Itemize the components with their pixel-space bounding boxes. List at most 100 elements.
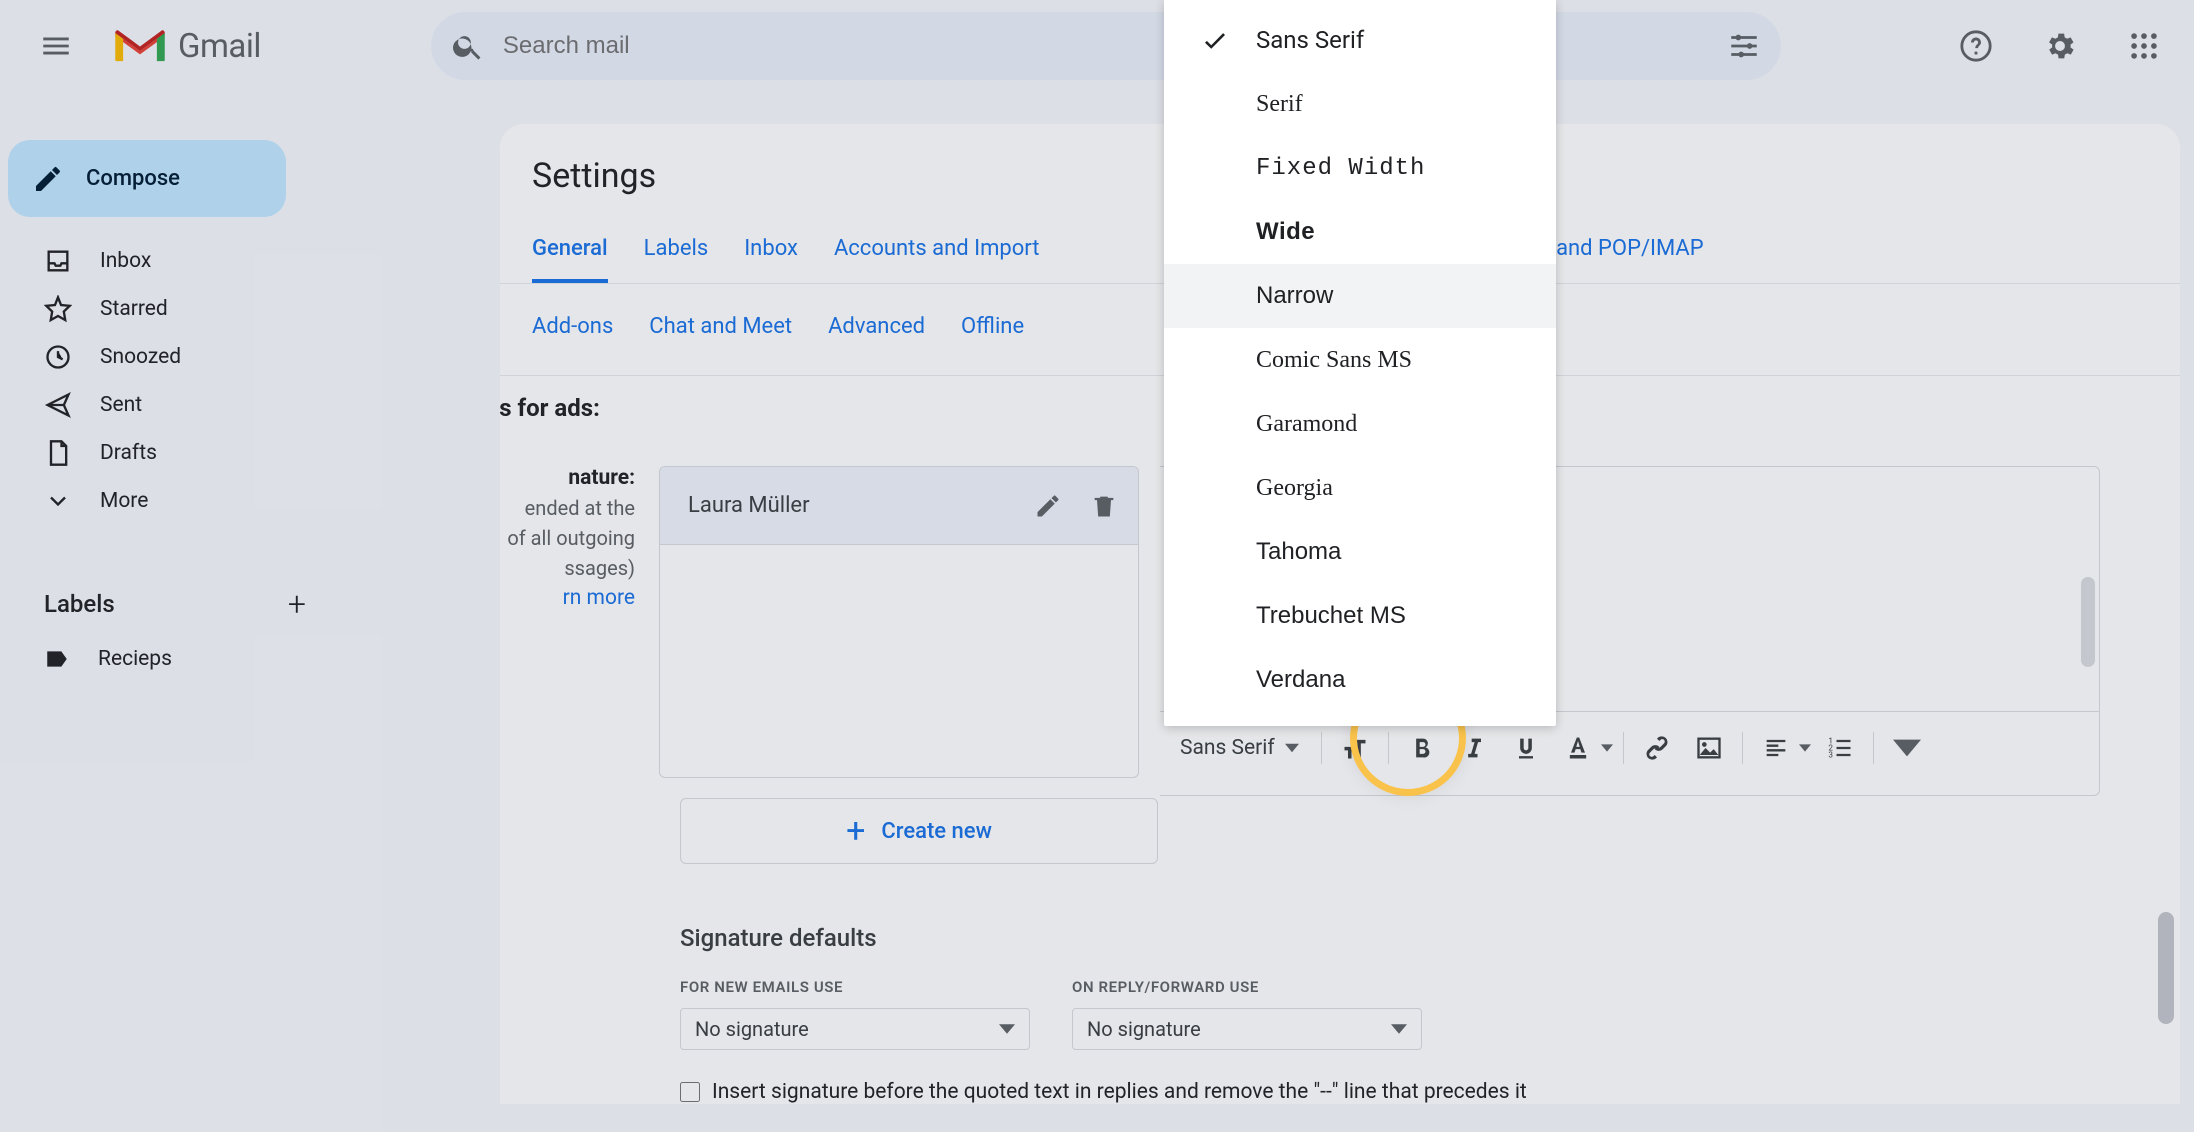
default-on-reply-label: ON REPLY/FORWARD USE [1072,978,1422,996]
font-option-label: Fixed Width [1256,155,1425,182]
font-option-label: Sans Serif [1256,26,1364,54]
header-actions [1948,18,2172,74]
default-on-reply-select[interactable]: No signature [1072,1008,1422,1050]
tab-general[interactable]: General [532,222,608,283]
main-menu-button[interactable] [22,12,90,80]
font-option-narrow[interactable]: Narrow [1164,264,1556,328]
underline-button[interactable] [1503,725,1549,771]
create-new-signature-button[interactable]: + Create new [680,798,1158,864]
signature-learn-more-cut[interactable]: rn more [500,586,635,610]
font-option-trebuchet-ms[interactable]: Trebuchet MS [1164,584,1556,648]
italic-button[interactable] [1451,725,1497,771]
font-option-label: Comic Sans MS [1256,347,1412,374]
more-formatting-button[interactable] [1884,725,1930,771]
labels-title: Labels [44,590,115,618]
search-bar[interactable] [431,12,1781,80]
apps-grid-icon [2127,29,2161,63]
tab-labels[interactable]: Labels [644,222,709,283]
toolbar-separator [1388,732,1389,764]
font-option-verdana[interactable]: Verdana [1164,648,1556,712]
font-option-sans-serif[interactable]: Sans Serif [1164,8,1556,72]
compose-button[interactable]: Compose [8,140,286,217]
search-icon [451,29,485,63]
edit-icon[interactable] [1034,492,1062,520]
create-new-label: Create new [881,819,992,844]
align-button[interactable] [1753,725,1799,771]
caret-down-icon[interactable] [1601,742,1613,754]
tab-chat[interactable]: Chat and Meet [649,300,792,357]
default-on-reply-value: No signature [1087,1017,1201,1041]
hamburger-icon [39,29,73,63]
default-for-new-select[interactable]: No signature [680,1008,1030,1050]
font-option-garamond[interactable]: Garamond [1164,392,1556,456]
label-item[interactable]: Recieps [8,635,350,683]
svg-text:3: 3 [1828,749,1833,759]
font-option-label: Serif [1256,91,1303,118]
app-header: Gmail [0,0,2194,92]
sidebar-item-starred[interactable]: Starred [8,285,350,333]
delete-icon[interactable] [1090,492,1118,520]
tab-inbox[interactable]: Inbox [744,222,798,283]
text-color-button[interactable] [1555,725,1601,771]
font-family-dropdown[interactable]: Sans Serif [1168,725,1311,771]
sidebar-item-sent[interactable]: Sent [8,381,350,429]
caret-down-icon [1391,1021,1407,1037]
gmail-wordmark: Gmail [178,27,261,66]
search-input[interactable] [503,32,1761,60]
font-option-fixed-width[interactable]: Fixed Width [1164,136,1556,200]
file-icon [44,439,72,467]
bold-button[interactable] [1399,725,1445,771]
link-icon [1643,734,1671,762]
settings-button[interactable] [2032,18,2088,74]
inbox-icon [44,247,72,275]
signature-list-empty-area [660,545,1138,777]
label-name: Recieps [98,647,172,671]
font-option-label: Narrow [1256,282,1333,310]
tab-advanced[interactable]: Advanced [828,300,925,357]
tab-accounts[interactable]: Accounts and Import [834,222,1040,283]
apps-button[interactable] [2116,18,2172,74]
default-for-new-value: No signature [695,1017,809,1041]
tab-offline[interactable]: Offline [961,300,1024,357]
editor-scrollbar-thumb[interactable] [2081,577,2095,667]
font-family-menu: Sans Serif Serif Fixed Width Wide Narrow Comi… [1164,0,1556,726]
sidebar-item-more[interactable]: More [8,477,350,525]
send-icon [44,391,72,419]
insert-image-button[interactable] [1686,725,1732,771]
toolbar-separator [1873,732,1874,764]
font-option-wide[interactable]: Wide [1164,200,1556,264]
sidebar-item-drafts[interactable]: Drafts [8,429,350,477]
list-button[interactable]: 123 [1817,725,1863,771]
add-label-button[interactable]: + [288,585,306,623]
sidebar-nav: Inbox Starred Snoozed Sent Drafts More [8,237,350,525]
font-option-label: Georgia [1256,475,1333,502]
tab-addons[interactable]: Add-ons [532,300,613,357]
font-option-georgia[interactable]: Georgia [1164,456,1556,520]
sidebar-item-inbox[interactable]: Inbox [8,237,350,285]
font-option-serif[interactable]: Serif [1164,72,1556,136]
sidebar-item-label: Starred [100,297,168,321]
support-button[interactable] [1948,18,2004,74]
signature-item-selected[interactable]: Laura Müller [660,467,1138,545]
caret-down-icon[interactable] [1799,742,1811,754]
sidebar-item-label: Inbox [100,249,151,273]
signature-item-name: Laura Müller [688,493,810,518]
font-option-tahoma[interactable]: Tahoma [1164,520,1556,584]
font-option-comic-sans-ms[interactable]: Comic Sans MS [1164,328,1556,392]
main-scrollbar-thumb[interactable] [2158,912,2174,1024]
insert-before-checkbox[interactable] [680,1082,700,1102]
font-option-label: Verdana [1256,666,1345,694]
font-option-label: Garamond [1256,411,1357,438]
pencil-icon [32,163,64,195]
image-icon [1695,734,1723,762]
insert-before-label: Insert signature before the quoted text … [712,1080,1527,1104]
sidebar-item-snoozed[interactable]: Snoozed [8,333,350,381]
check-icon [1200,25,1230,55]
italic-icon [1460,734,1488,762]
font-size-button[interactable] [1332,725,1378,771]
toolbar-separator [1321,732,1322,764]
insert-link-button[interactable] [1634,725,1680,771]
gmail-logo[interactable]: Gmail [110,24,261,69]
search-options-icon[interactable] [1727,29,1761,63]
text-color-icon [1564,734,1592,762]
